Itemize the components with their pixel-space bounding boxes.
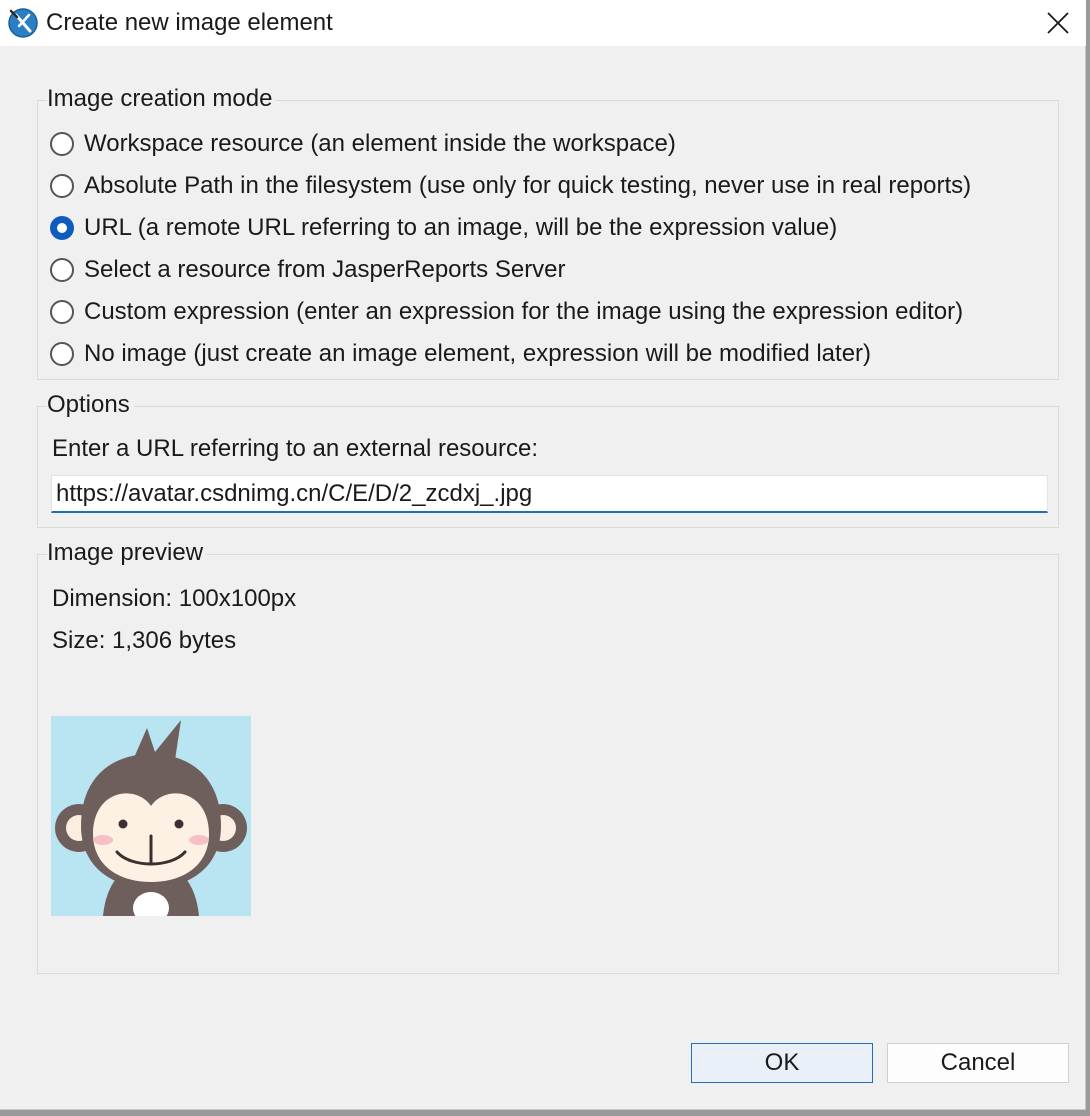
- radio-button[interactable]: [50, 174, 74, 198]
- title-bar: Create new image element: [0, 0, 1086, 46]
- jaspersoft-app-icon: [8, 8, 38, 38]
- radio-label: No image (just create an image element, …: [84, 340, 872, 367]
- create-image-dialog: Create new image element Image creation …: [0, 0, 1086, 1110]
- close-icon: [1047, 12, 1069, 34]
- close-button[interactable]: [1030, 0, 1086, 46]
- size-text: Size: 1,306 bytes: [52, 627, 237, 654]
- radio-absolute-path[interactable]: Absolute Path in the filesystem (use onl…: [50, 169, 971, 203]
- radio-jasperreports-server[interactable]: Select a resource from JasperReports Ser…: [50, 253, 566, 287]
- image-preview-group: Image preview Dimension: 100x100px Size:…: [37, 539, 1059, 974]
- radio-button-selected[interactable]: [50, 216, 74, 240]
- creation-mode-group: Image creation mode Workspace resource (…: [37, 85, 1059, 380]
- ok-button[interactable]: OK: [691, 1043, 873, 1083]
- radio-label: Workspace resource (an element inside th…: [84, 130, 676, 157]
- radio-button[interactable]: [50, 132, 74, 156]
- radio-workspace-resource[interactable]: Workspace resource (an element inside th…: [50, 127, 676, 161]
- options-title: Options: [47, 391, 134, 419]
- url-input[interactable]: [51, 475, 1048, 513]
- radio-url[interactable]: URL (a remote URL referring to an image,…: [50, 211, 837, 245]
- image-preview-title: Image preview: [47, 539, 208, 567]
- radio-button[interactable]: [50, 300, 74, 324]
- radio-label: Select a resource from JasperReports Ser…: [84, 256, 566, 283]
- radio-custom-expression[interactable]: Custom expression (enter an expression f…: [50, 295, 963, 329]
- url-field-label: Enter a URL referring to an external res…: [52, 435, 539, 462]
- creation-mode-title: Image creation mode: [47, 85, 277, 113]
- options-group: Options Enter a URL referring to an exte…: [37, 391, 1059, 528]
- dialog-title: Create new image element: [46, 9, 333, 36]
- radio-label: Custom expression (enter an expression f…: [84, 298, 964, 325]
- radio-label: Absolute Path in the filesystem (use onl…: [84, 172, 972, 199]
- radio-button[interactable]: [50, 258, 74, 282]
- radio-button[interactable]: [50, 342, 74, 366]
- radio-label: URL (a remote URL referring to an image,…: [84, 214, 838, 241]
- monkey-avatar-image: [51, 716, 251, 916]
- dimension-text: Dimension: 100x100px: [52, 585, 297, 612]
- cancel-button[interactable]: Cancel: [887, 1043, 1069, 1083]
- radio-no-image[interactable]: No image (just create an image element, …: [50, 337, 871, 371]
